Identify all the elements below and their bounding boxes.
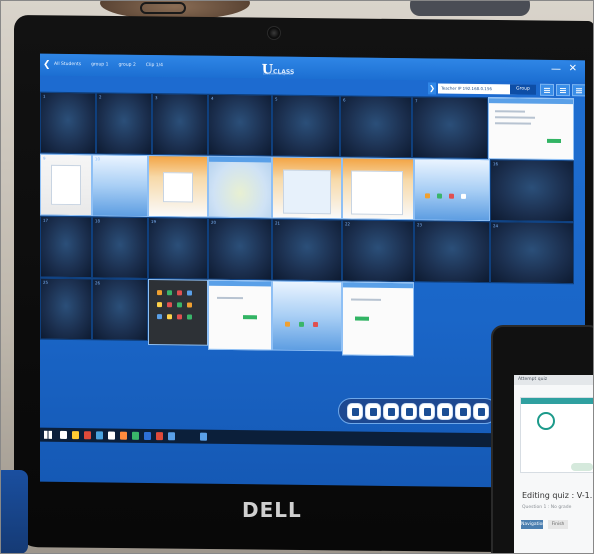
student-tile-active[interactable] [208,155,272,219]
browser-icon[interactable] [96,431,103,440]
foreground-object [0,470,28,554]
close-icon[interactable]: ✕ [569,63,577,74]
folder-icon[interactable] [419,403,435,420]
group-tab-1[interactable]: group 1 [89,61,110,68]
group-button[interactable]: Group [510,84,536,95]
student-tile-active[interactable]: 9 [40,153,92,217]
student-tile-active[interactable] [342,157,414,221]
tablet-screen: Attempt quiz Editing quiz : V-1.1 Questi… [514,375,594,554]
camera-icon[interactable] [347,403,363,420]
quiz-subtitle: Question 1 : No grade [522,505,572,510]
student-tile[interactable]: 2 [96,92,152,156]
student-tile[interactable]: 23 [414,220,490,284]
student-tile[interactable]: 7 [412,96,488,160]
student-tile-active[interactable] [148,278,208,346]
navigation-button[interactable]: Navigation [521,520,545,529]
hand-icon[interactable] [437,403,453,420]
app-icon[interactable] [168,432,175,441]
logo-subtitle: Classroom Management [262,72,294,76]
student-tile-active[interactable] [488,97,574,161]
layout-list-icon[interactable] [556,83,570,97]
app-icon[interactable] [120,431,127,440]
app-icon[interactable] [144,431,151,441]
student-tile[interactable]: 6 [340,95,412,159]
monitor-brand-logo: DELL [242,498,302,522]
tablet-top-label: Attempt quiz [518,377,548,382]
student-tile-active[interactable] [148,154,208,218]
group-tab-all[interactable]: All Students [52,61,83,68]
background-glasses [140,2,186,14]
student-tile[interactable]: 22 [342,219,414,283]
student-tile[interactable]: 1 [40,91,96,155]
uclass-taskbar-icon[interactable] [200,432,207,441]
student-tile[interactable]: 18 [92,216,148,279]
app-icon[interactable] [108,431,115,440]
student-tile[interactable]: 5 [272,94,340,158]
toolbar-collapse-icon[interactable]: ❯ [428,82,436,95]
file-icon[interactable] [401,403,417,420]
chat-icon[interactable] [455,403,471,420]
student-tile[interactable]: 21 [272,218,342,282]
student-tile[interactable]: 20 [208,217,272,281]
uclass-logo: UCLASS Classroom Management [258,58,298,77]
search-icon[interactable] [60,430,67,440]
student-tile[interactable]: 3 [152,93,208,156]
back-arrow-icon[interactable]: ❮ [43,60,51,70]
group-tabs: All Students group 1 group 2 Clip 1/4 [52,61,165,69]
student-tile[interactable]: 4 [208,93,272,157]
student-tile-active[interactable] [272,156,342,220]
layout-grid-icon[interactable] [540,83,554,96]
timer-icon [537,412,555,430]
monitor-icon[interactable] [365,403,381,420]
student-tile[interactable]: 26 [92,278,148,341]
student-tile-active[interactable] [208,279,272,351]
tablet-top-bar: Attempt quiz [514,375,594,385]
student-tile-active[interactable] [342,281,414,357]
student-tile-active[interactable] [414,158,490,222]
finish-button[interactable]: Finish [548,520,568,529]
photo-scene: ❮ All Students group 1 group 2 Clip 1/4 … [0,0,594,554]
app-icon[interactable] [84,431,91,440]
student-tile[interactable]: 25 [40,277,92,341]
quiz-card [520,397,594,473]
quiz-title: Editing quiz : V-1.1 [522,491,594,500]
clip-counter: Clip 1/4 [145,62,163,69]
file-explorer-icon[interactable] [72,431,79,440]
windows-start-icon[interactable] [44,430,52,439]
webcam-icon [267,26,281,40]
student-tile[interactable]: 17 [40,215,92,279]
minimize-icon[interactable]: — [551,64,561,75]
group-tab-2[interactable]: group 2 [116,62,137,69]
lock-screen-icon[interactable] [383,403,399,420]
student-tile[interactable]: 19 [148,216,208,280]
student-tile-active[interactable] [272,280,342,352]
app-icon[interactable] [132,431,139,440]
background-person-shoulder [410,0,530,16]
student-tile[interactable]: 24 [490,221,574,285]
layout-large-icon[interactable] [572,84,585,97]
broadcast-icon[interactable] [473,403,489,420]
status-pill [571,463,593,471]
student-tile-active[interactable]: 10 [92,154,148,217]
app-icon[interactable] [156,432,163,441]
teacher-dock [338,398,498,424]
student-tile[interactable]: 16 [490,159,574,223]
